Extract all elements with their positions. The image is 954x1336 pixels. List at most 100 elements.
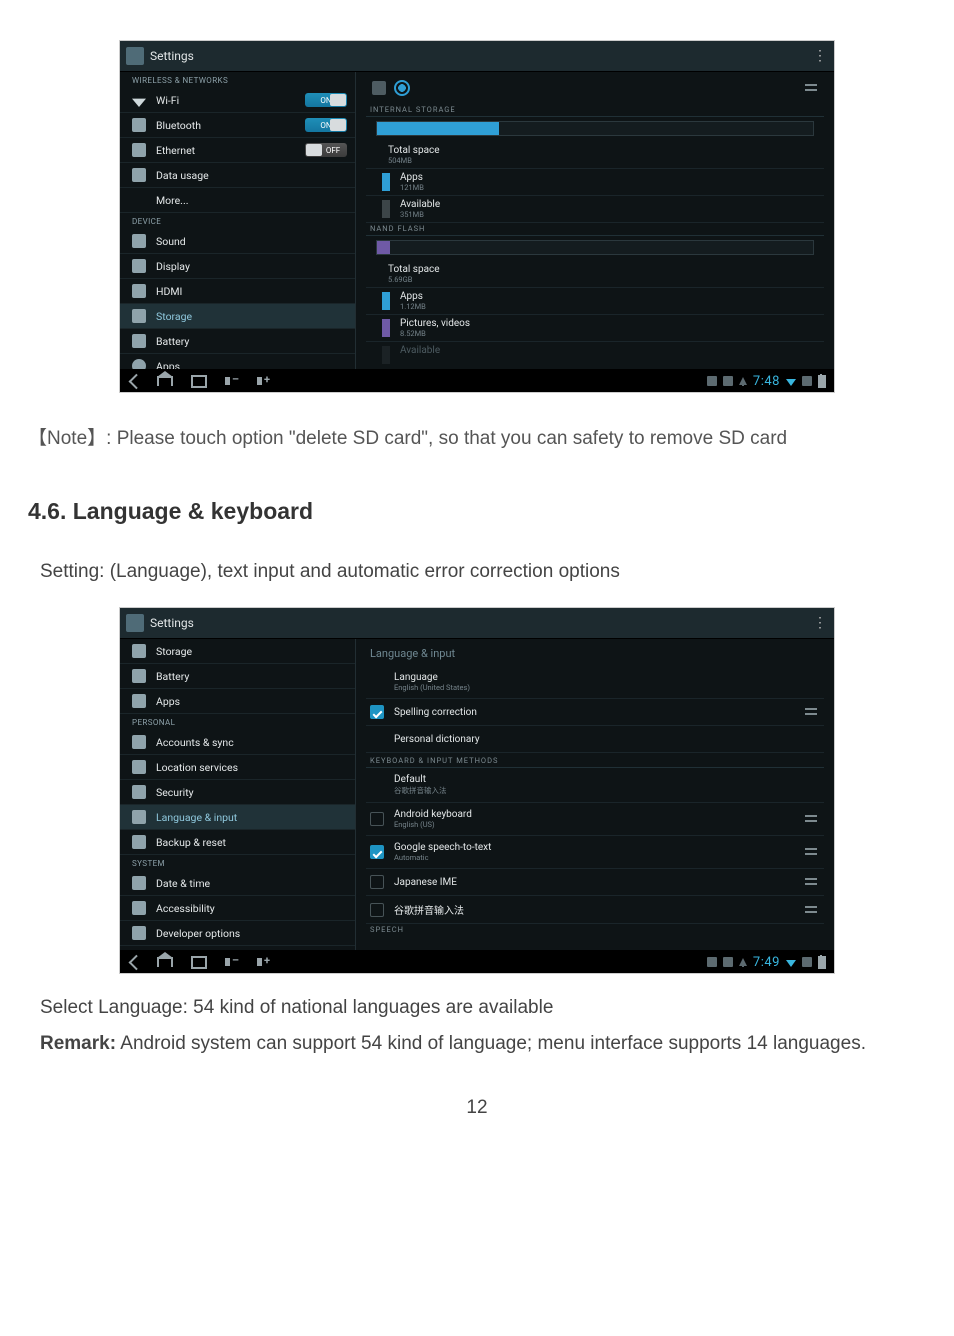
status-icon bbox=[723, 376, 733, 386]
volume-down-icon[interactable] bbox=[225, 374, 239, 388]
volume-down-icon[interactable] bbox=[225, 955, 239, 969]
pencil-icon[interactable] bbox=[372, 81, 386, 95]
google-speech-to-text-row[interactable]: Google speech-to-text Automatic bbox=[366, 836, 824, 869]
wifi-toggle[interactable]: ON bbox=[305, 93, 347, 107]
sidebar-item-label: Accounts & sync bbox=[156, 736, 234, 749]
checkbox-icon[interactable] bbox=[370, 812, 384, 826]
sidebar-item-label: More... bbox=[156, 194, 189, 207]
sidebar-item-developer[interactable]: Developer options bbox=[120, 921, 355, 946]
storage-row-apps[interactable]: Apps 121MB bbox=[366, 169, 824, 196]
google-pinyin-row[interactable]: 谷歌拼音输入法 bbox=[366, 896, 824, 924]
backup-icon bbox=[132, 835, 146, 849]
remark-para: Remark: Android system can support 54 ki… bbox=[0, 1030, 954, 1058]
volume-up-icon[interactable] bbox=[257, 374, 271, 388]
sidebar-item-label: Ethernet bbox=[156, 144, 195, 157]
default-ime-row[interactable]: Default 谷歌拼音输入法 bbox=[366, 768, 824, 803]
status-area[interactable]: 7:49 bbox=[707, 955, 826, 970]
sidebar-item-hdmi[interactable]: HDMI bbox=[120, 279, 355, 304]
checkbox-icon[interactable] bbox=[370, 875, 384, 889]
app-title: Settings bbox=[150, 49, 194, 63]
language-input-pane: Language & input Language English (Unite… bbox=[356, 639, 834, 950]
sliders-icon[interactable] bbox=[804, 705, 818, 719]
back-icon[interactable] bbox=[129, 954, 145, 970]
blank-icon bbox=[132, 193, 146, 207]
sidebar-item-accessibility[interactable]: Accessibility bbox=[120, 896, 355, 921]
language-row[interactable]: Language English (United States) bbox=[366, 666, 824, 699]
nand-row-apps[interactable]: Apps 1.12MB bbox=[366, 288, 824, 315]
sidebar-item-battery[interactable]: Battery bbox=[120, 664, 355, 689]
accessibility-icon bbox=[132, 901, 146, 915]
personal-dictionary-row[interactable]: Personal dictionary bbox=[366, 726, 824, 753]
radio-icon[interactable] bbox=[394, 80, 410, 96]
sliders-icon[interactable] bbox=[804, 875, 818, 889]
overflow-menu-icon[interactable]: ⋮ bbox=[813, 48, 828, 64]
sliders-icon[interactable] bbox=[804, 903, 818, 917]
status-icon bbox=[802, 957, 812, 967]
clock-icon bbox=[132, 876, 146, 890]
status-area[interactable]: 7:48 bbox=[707, 374, 826, 389]
checkbox-icon[interactable] bbox=[370, 903, 384, 917]
settings-language-screenshot: Settings ⋮ Storage Battery Apps PERSONAL bbox=[119, 607, 835, 974]
spelling-correction-row[interactable]: Spelling correction bbox=[366, 699, 824, 726]
remark-text: Android system can support 54 kind of la… bbox=[116, 1033, 866, 1054]
language-icon bbox=[132, 810, 146, 824]
back-icon[interactable] bbox=[129, 373, 145, 389]
sidebar-item-storage[interactable]: Storage bbox=[120, 639, 355, 664]
sidebar-item-sound[interactable]: Sound bbox=[120, 229, 355, 254]
home-icon[interactable] bbox=[157, 376, 173, 386]
page-number: 12 bbox=[0, 1097, 954, 1119]
storage-icon bbox=[132, 644, 146, 658]
storage-row-total[interactable]: Total space 504MB bbox=[366, 142, 824, 169]
sidebar-item-label: Data usage bbox=[156, 169, 209, 182]
settings-app-icon bbox=[126, 47, 144, 65]
upload-icon bbox=[739, 958, 747, 966]
sidebar-item-more[interactable]: More... bbox=[120, 188, 355, 213]
sliders-icon[interactable] bbox=[804, 845, 818, 859]
sidebar-item-ethernet[interactable]: Ethernet OFF bbox=[120, 138, 355, 163]
nand-row-total[interactable]: Total space 5.69GB bbox=[366, 261, 824, 288]
android-keyboard-row[interactable]: Android keyboard English (US) bbox=[366, 803, 824, 836]
sidebar-item-about[interactable]: About tablet bbox=[120, 946, 355, 950]
sliders-icon[interactable] bbox=[804, 81, 818, 95]
bluetooth-icon bbox=[132, 118, 146, 132]
japanese-ime-row[interactable]: Japanese IME bbox=[366, 869, 824, 896]
settings-sidebar: WIRELESS & NETWORKS Wi-Fi ON Bluetooth O… bbox=[120, 72, 356, 369]
sidebar-item-display[interactable]: Display bbox=[120, 254, 355, 279]
ethernet-toggle[interactable]: OFF bbox=[305, 143, 347, 157]
nand-row-pictures[interactable]: Pictures, videos 8.52MB bbox=[366, 315, 824, 342]
sidebar-item-apps[interactable]: Apps bbox=[120, 689, 355, 714]
sidebar-item-label: Battery bbox=[156, 335, 189, 348]
ethernet-icon bbox=[132, 143, 146, 157]
sidebar-item-datausage[interactable]: Data usage bbox=[120, 163, 355, 188]
sidebar-item-bluetooth[interactable]: Bluetooth ON bbox=[120, 113, 355, 138]
nand-row-available[interactable]: Available bbox=[366, 342, 824, 367]
datausage-icon bbox=[132, 168, 146, 182]
home-icon[interactable] bbox=[157, 957, 173, 967]
display-icon bbox=[132, 259, 146, 273]
sidebar-item-storage[interactable]: Storage bbox=[120, 304, 355, 329]
sidebar-item-language-input[interactable]: Language & input bbox=[120, 805, 355, 830]
volume-up-icon[interactable] bbox=[257, 955, 271, 969]
checkbox-icon[interactable] bbox=[370, 705, 384, 719]
note-text: 【Note】: Please touch option "delete SD c… bbox=[0, 423, 954, 450]
recent-apps-icon[interactable] bbox=[191, 956, 207, 969]
sidebar-item-apps[interactable]: Apps bbox=[120, 354, 355, 369]
recent-apps-icon[interactable] bbox=[191, 375, 207, 388]
bluetooth-toggle[interactable]: ON bbox=[305, 118, 347, 132]
sidebar-item-security[interactable]: Security bbox=[120, 780, 355, 805]
sidebar-item-accounts[interactable]: Accounts & sync bbox=[120, 730, 355, 755]
remark-label: Remark: bbox=[40, 1033, 116, 1054]
checkbox-icon[interactable] bbox=[370, 845, 384, 859]
sliders-icon[interactable] bbox=[804, 812, 818, 826]
sidebar-item-label: Apps bbox=[156, 695, 180, 708]
developer-icon bbox=[132, 926, 146, 940]
system-navbar: 7:49 bbox=[120, 950, 834, 974]
sidebar-item-wifi[interactable]: Wi-Fi ON bbox=[120, 88, 355, 113]
overflow-menu-icon[interactable]: ⋮ bbox=[813, 615, 828, 631]
sidebar-item-datetime[interactable]: Date & time bbox=[120, 871, 355, 896]
location-icon bbox=[132, 760, 146, 774]
sidebar-item-location[interactable]: Location services bbox=[120, 755, 355, 780]
sidebar-item-battery[interactable]: Battery bbox=[120, 329, 355, 354]
storage-row-available[interactable]: Available 351MB bbox=[366, 196, 824, 223]
sidebar-item-backup[interactable]: Backup & reset bbox=[120, 830, 355, 855]
